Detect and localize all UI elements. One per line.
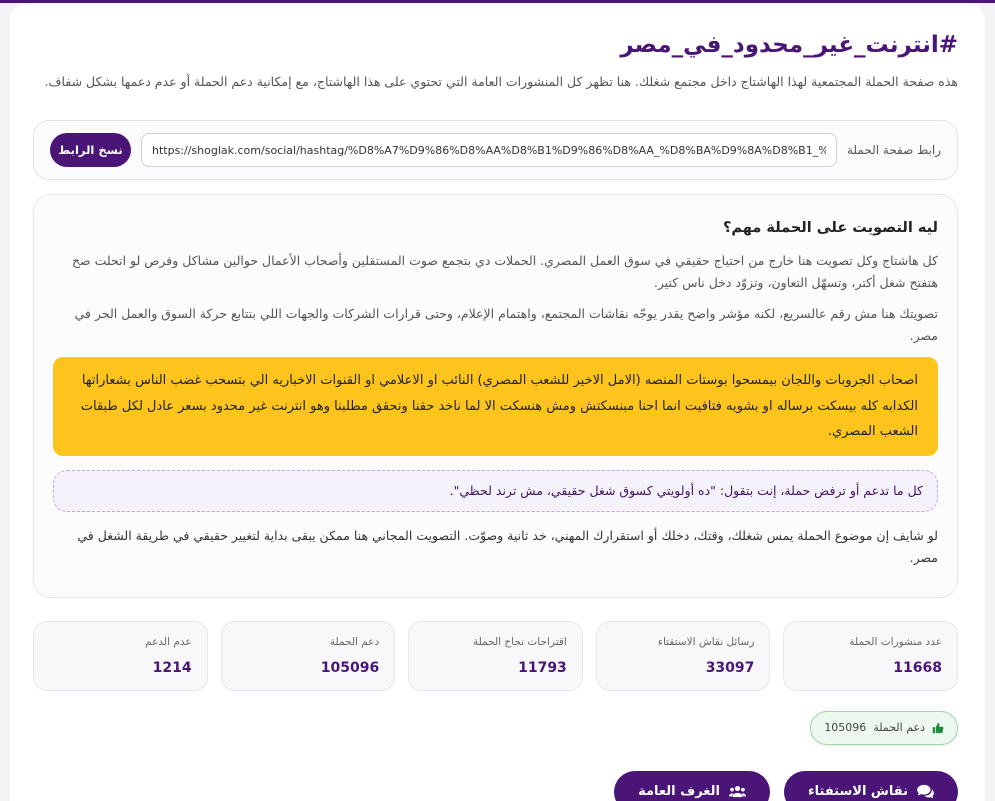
stat-card-discussion-messages: رسائل نقاش الاستفتاء 33097 bbox=[595, 620, 771, 691]
stat-label: رسائل نقاش الاستفتاء bbox=[658, 635, 755, 648]
stat-value: 105096 bbox=[320, 659, 380, 676]
campaign-link-input[interactable] bbox=[141, 133, 837, 167]
why-vote-paragraph: تصويتك هنا مش رقم عالسريع، لكنه مؤشر واض… bbox=[74, 306, 938, 343]
stat-value: 33097 bbox=[705, 659, 755, 676]
stat-value: 1214 bbox=[152, 659, 192, 676]
support-row: دعم الحملة 105096 bbox=[33, 710, 958, 745]
stats-row: عدد منشورات الحملة 11668 رسائل نقاش الاس… bbox=[33, 620, 958, 691]
quote-callout: كل ما تدعم أو ترفض حملة، إنت بتقول: "ده … bbox=[53, 469, 938, 512]
support-campaign-button[interactable]: دعم الحملة 105096 bbox=[810, 710, 958, 745]
support-label: دعم الحملة bbox=[873, 721, 925, 734]
comments-icon bbox=[917, 784, 934, 799]
highlight-callout: اصحاب الجروبات واللجان بيمسحوا بوستات ال… bbox=[53, 357, 938, 456]
campaign-link-label: رابط صفحة الحملة bbox=[846, 143, 941, 157]
closing-paragraph: لو شايف إن موضوع الحملة يمس شغلك، وقتك، … bbox=[77, 527, 938, 565]
users-icon bbox=[728, 785, 746, 799]
why-vote-heading: ليه التصويت على الحملة مهم؟ bbox=[723, 220, 938, 236]
stat-card-posts: عدد منشورات الحملة 11668 bbox=[783, 620, 958, 691]
campaign-link-box: رابط صفحة الحملة نسخ الرابط bbox=[33, 120, 958, 180]
referendum-discussion-button[interactable]: نقاش الاستفتاء bbox=[783, 770, 958, 801]
stat-card-support: دعم الحملة 105096 bbox=[220, 620, 396, 691]
campaign-card: #انترنت_غير_محدود_في_مصر هذه صفحة الحملة… bbox=[10, 3, 985, 801]
copy-link-button[interactable]: نسخ الرابط bbox=[50, 133, 131, 167]
thumbs-up-icon bbox=[932, 722, 944, 734]
why-vote-section: ليه التصويت على الحملة مهم؟ كل هاشتاج وك… bbox=[33, 194, 958, 598]
why-vote-paragraph: كل هاشتاج وكل تصويت هنا خارج من احتياج ح… bbox=[71, 253, 938, 290]
stat-card-suggestions: اقتراحات نجاح الحملة 11793 bbox=[408, 620, 583, 691]
referendum-discussion-label: نقاش الاستفتاء bbox=[807, 784, 908, 799]
public-rooms-label: الغرف العامة bbox=[638, 784, 720, 799]
stat-label: عدد منشورات الحملة bbox=[849, 635, 942, 648]
stat-value: 11668 bbox=[893, 659, 942, 676]
stat-value: 11793 bbox=[518, 659, 567, 676]
stat-label: اقتراحات نجاح الحملة bbox=[472, 635, 567, 648]
page-description: هذه صفحة الحملة المجتمعية لهذا الهاشتاج … bbox=[44, 74, 958, 89]
action-buttons: نقاش الاستفتاء الغرف العامة bbox=[33, 770, 958, 801]
support-count: 105096 bbox=[824, 721, 867, 734]
stat-card-no-support: عدم الدعم 1214 bbox=[33, 620, 208, 691]
public-rooms-button[interactable]: الغرف العامة bbox=[614, 770, 770, 801]
stat-label: دعم الحملة bbox=[329, 635, 380, 648]
page-title: #انترنت_غير_محدود_في_مصر bbox=[620, 32, 958, 58]
stat-label: عدم الدعم bbox=[145, 635, 192, 648]
